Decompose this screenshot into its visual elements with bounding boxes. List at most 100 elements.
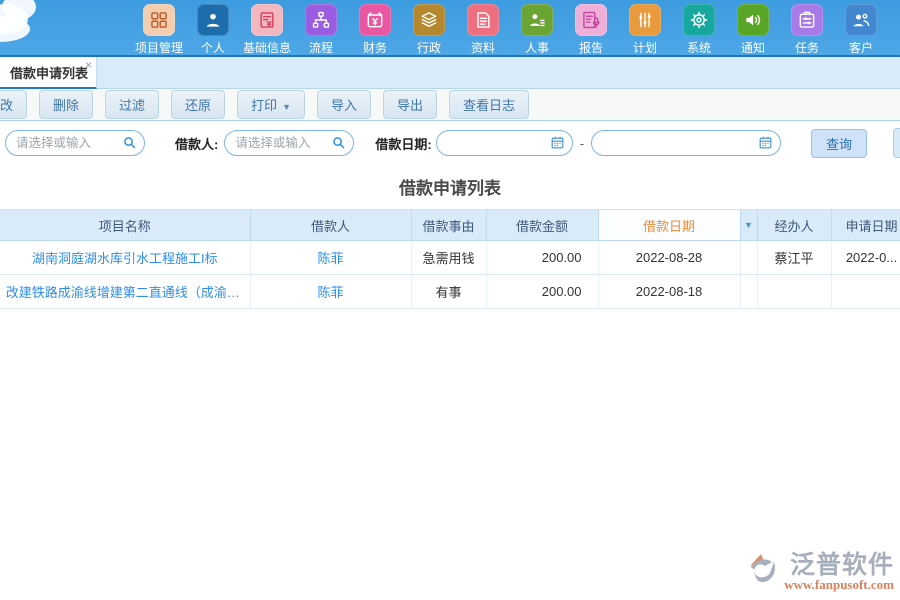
nav-item-report[interactable]: 报告 bbox=[566, 4, 616, 56]
nav-item-customer[interactable]: 客户 bbox=[836, 4, 886, 56]
nav-item-personal[interactable]: 个人 bbox=[188, 4, 238, 56]
nav-label: 系统 bbox=[687, 39, 711, 56]
table-row[interactable]: 湖南洞庭湖水库引水工程施工I标 陈菲 急需用钱 200.00 2022-08-2… bbox=[0, 241, 900, 275]
nav-item-basic-info[interactable]: 基础信息 bbox=[242, 4, 292, 56]
person-list-icon bbox=[521, 4, 553, 36]
nav-label: 客户 bbox=[849, 39, 873, 56]
user-icon bbox=[197, 4, 229, 36]
sliders-icon bbox=[629, 4, 661, 36]
loan-date-end-input[interactable] bbox=[591, 130, 781, 156]
nav-label: 流程 bbox=[309, 39, 333, 56]
cell-project-name[interactable]: 改建铁路成渝线增建第二直通线（成渝枢... bbox=[0, 275, 250, 309]
print-dropdown-button[interactable]: 打印▼ bbox=[237, 90, 305, 119]
report-mic-icon bbox=[575, 4, 607, 36]
cell-loan-date: 2022-08-18 bbox=[598, 275, 740, 309]
nav-item-plan[interactable]: 计划 bbox=[620, 4, 670, 56]
col-header-handler[interactable]: 经办人 bbox=[757, 210, 831, 241]
cell-sort-spacer bbox=[740, 241, 757, 275]
customers-icon bbox=[845, 4, 877, 36]
view-log-button[interactable]: 查看日志 bbox=[449, 90, 529, 119]
col-header-reason[interactable]: 借款事由 bbox=[411, 210, 486, 241]
nav-label: 行政 bbox=[417, 39, 441, 56]
loan-date-start-wrap bbox=[436, 130, 573, 156]
nav-item-notification[interactable]: 通知 bbox=[728, 4, 778, 56]
calendar-icon[interactable] bbox=[550, 135, 565, 150]
loan-date-end-wrap bbox=[591, 130, 781, 156]
flowchart-icon bbox=[305, 4, 337, 36]
project-link[interactable]: 湖南洞庭湖水库引水工程施工I标 bbox=[32, 248, 218, 267]
nav-item-task[interactable]: 任务 bbox=[782, 4, 832, 56]
restore-button[interactable]: 还原 bbox=[171, 90, 225, 119]
cell-apply-date bbox=[831, 275, 900, 309]
nav-label: 计划 bbox=[633, 39, 657, 56]
task-box-icon bbox=[791, 4, 823, 36]
cell-borrower[interactable]: 陈菲 bbox=[250, 241, 411, 275]
fanpu-logo-icon bbox=[747, 552, 781, 590]
layers-icon bbox=[413, 4, 445, 36]
date-range-separator: - bbox=[580, 136, 584, 151]
cell-sort-spacer bbox=[740, 275, 757, 309]
chevron-down-icon: ▼ bbox=[282, 102, 291, 112]
close-icon[interactable]: × bbox=[85, 58, 92, 72]
import-button[interactable]: 导入 bbox=[317, 90, 371, 119]
tab-bar: 借款申请列表 × bbox=[0, 57, 900, 89]
filter-button[interactable]: 过滤 bbox=[105, 90, 159, 119]
nav-item-materials[interactable]: 资料 bbox=[458, 4, 508, 56]
sort-dropdown-icon[interactable]: ▼ bbox=[740, 210, 757, 241]
grid-icon bbox=[143, 4, 175, 36]
watermark-text: 泛普软件 www.fanpusoft.com bbox=[784, 552, 894, 592]
search-icon[interactable] bbox=[122, 135, 137, 150]
watermark-url: www.fanpusoft.com bbox=[784, 578, 894, 592]
scrollbar-thumb[interactable] bbox=[893, 128, 900, 158]
cell-reason: 急需用钱 bbox=[411, 241, 486, 275]
delete-button[interactable]: 删除 bbox=[39, 90, 93, 119]
document-icon bbox=[467, 4, 499, 36]
modify-button[interactable]: 改 bbox=[0, 90, 27, 119]
loan-application-table: 项目名称 借款人 借款事由 借款金额 借款日期 ▼ 经办人 申请日期 湖南洞庭湖… bbox=[0, 209, 900, 309]
tab-label: 借款申请列表 bbox=[10, 63, 88, 82]
table-header-row: 项目名称 借款人 借款事由 借款金额 借款日期 ▼ 经办人 申请日期 bbox=[0, 210, 900, 241]
watermark: 泛普软件 www.fanpusoft.com bbox=[747, 552, 894, 592]
cell-project-name[interactable]: 湖南洞庭湖水库引水工程施工I标 bbox=[0, 241, 250, 275]
watermark-brand: 泛普软件 bbox=[790, 552, 894, 578]
tab-loan-application-list[interactable]: 借款申请列表 × bbox=[0, 57, 97, 89]
cell-borrower[interactable]: 陈菲 bbox=[250, 275, 411, 309]
toolbar: 改 删除 过滤 还原 打印▼ 导入 导出 查看日志 bbox=[0, 89, 900, 121]
nav-label: 财务 bbox=[363, 39, 387, 56]
nav-label: 报告 bbox=[579, 39, 603, 56]
cell-amount: 200.00 bbox=[486, 275, 598, 309]
nav-label: 任务 bbox=[795, 39, 819, 56]
project-link[interactable]: 改建铁路成渝线增建第二直通线（成渝枢... bbox=[6, 282, 244, 301]
nav-label: 人事 bbox=[525, 39, 549, 56]
speaker-icon bbox=[737, 4, 769, 36]
calendar-icon[interactable] bbox=[758, 135, 773, 150]
document-yen-icon bbox=[251, 4, 283, 36]
nav-label: 项目管理 bbox=[135, 39, 183, 56]
nav-item-process[interactable]: 流程 bbox=[296, 4, 346, 56]
col-header-amount[interactable]: 借款金额 bbox=[486, 210, 598, 241]
project-search-wrap bbox=[5, 130, 145, 156]
main-nav: 项目管理 个人 基础信息 流程 bbox=[134, 4, 886, 56]
col-header-borrower[interactable]: 借款人 bbox=[250, 210, 411, 241]
col-header-project-name[interactable]: 项目名称 bbox=[0, 210, 250, 241]
cell-amount: 200.00 bbox=[486, 241, 598, 275]
nav-item-administration[interactable]: 行政 bbox=[404, 4, 454, 56]
top-header: 项目管理 个人 基础信息 流程 bbox=[0, 0, 900, 57]
nav-item-finance[interactable]: 财务 bbox=[350, 4, 400, 56]
col-header-loan-date[interactable]: 借款日期 bbox=[598, 210, 740, 241]
table-row[interactable]: 改建铁路成渝线增建第二直通线（成渝枢... 陈菲 有事 200.00 2022-… bbox=[0, 275, 900, 309]
loan-date-label: 借款日期: bbox=[375, 134, 431, 153]
col-header-apply-date[interactable]: 申请日期 bbox=[831, 210, 900, 241]
cell-reason: 有事 bbox=[411, 275, 486, 309]
cell-handler: 蔡江平 bbox=[757, 241, 831, 275]
nav-item-project-management[interactable]: 项目管理 bbox=[134, 4, 184, 56]
page-title: 借款申请列表 bbox=[0, 174, 900, 199]
cell-apply-date: 2022-0... bbox=[831, 241, 900, 275]
borrower-label: 借款人: bbox=[175, 134, 218, 153]
export-button[interactable]: 导出 bbox=[383, 90, 437, 119]
cell-loan-date: 2022-08-28 bbox=[598, 241, 740, 275]
nav-item-hr[interactable]: 人事 bbox=[512, 4, 562, 56]
nav-item-system[interactable]: 系统 bbox=[674, 4, 724, 56]
search-icon[interactable] bbox=[331, 135, 346, 150]
query-button[interactable]: 查询 bbox=[811, 129, 867, 158]
